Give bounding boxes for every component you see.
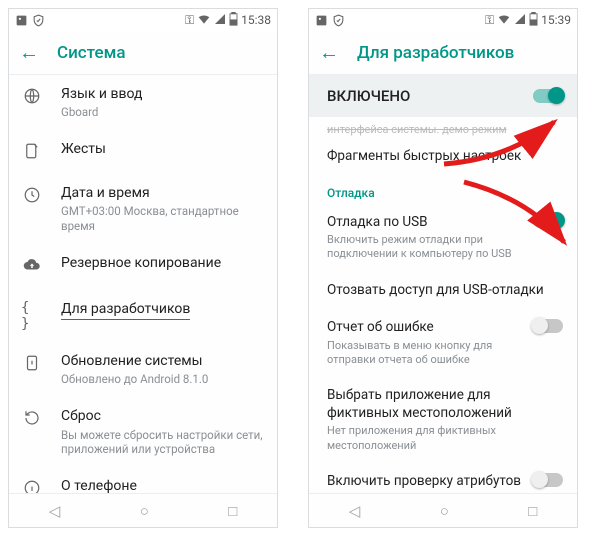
gesture-icon bbox=[23, 142, 41, 164]
globe-icon bbox=[23, 87, 41, 109]
item-sub: Gboard bbox=[61, 105, 263, 120]
list-item-gestures[interactable]: Жесты bbox=[9, 130, 277, 174]
item-title: Дата и время bbox=[61, 184, 263, 202]
back-arrow-icon[interactable]: ← bbox=[19, 40, 39, 65]
reset-icon bbox=[23, 409, 41, 431]
status-time: 15:39 bbox=[541, 13, 571, 27]
page-title: Система bbox=[57, 43, 126, 63]
item-title: Отладка по USB bbox=[327, 214, 523, 232]
list-item-bug-report[interactable]: Отчет об ошибке Показывать в меню кнопку… bbox=[309, 309, 577, 377]
item-title: Обновление системы bbox=[61, 352, 263, 370]
signal-icon bbox=[214, 13, 226, 28]
list-item-backup[interactable]: Резервное копирование bbox=[9, 244, 277, 288]
attr-check-toggle[interactable] bbox=[533, 473, 563, 487]
cloud-up-icon bbox=[23, 256, 41, 278]
nav-recent-icon[interactable]: □ bbox=[528, 502, 537, 520]
master-toggle-row[interactable]: ВКЛЮЧЕНО bbox=[309, 75, 577, 117]
key-icon: ⚿ bbox=[485, 13, 494, 28]
status-bar: ⚿ 15:39 bbox=[309, 9, 577, 31]
list-item-attr-check[interactable]: Включить проверку атрибутов bbox=[309, 463, 577, 493]
item-title: Включить проверку атрибутов bbox=[327, 473, 523, 491]
bug-report-toggle[interactable] bbox=[533, 319, 563, 333]
list-item-mock-location-app[interactable]: Выбрать приложение для фиктивных местопо… bbox=[309, 377, 577, 463]
master-toggle-switch[interactable] bbox=[533, 89, 563, 103]
phone-right-developer-options: ⚿ 15:39 ← Для разработчиков ВКЛЮЧЕНО инт… bbox=[308, 8, 578, 528]
nav-recent-icon[interactable]: □ bbox=[228, 502, 237, 520]
nav-back-icon[interactable]: ◁ bbox=[49, 502, 61, 520]
nav-home-icon[interactable]: ○ bbox=[440, 502, 449, 520]
key-icon: ⚿ bbox=[185, 13, 194, 28]
item-title: Отозвать доступ для USB-отладки bbox=[327, 282, 563, 300]
info-icon bbox=[23, 479, 41, 493]
list-item-about-phone[interactable]: О телефоне ZB602KL bbox=[9, 467, 277, 493]
item-title: Для разработчиков bbox=[61, 300, 190, 320]
clock-icon bbox=[23, 186, 41, 208]
list-item-developer-options[interactable]: { } Для разработчиков bbox=[9, 288, 277, 342]
list-item-system-update[interactable]: Обновление системы Обновлено до Android … bbox=[9, 342, 277, 397]
battery-icon bbox=[229, 12, 238, 29]
settings-list: Язык и ввод Gboard Жесты Дата и время GM… bbox=[9, 75, 277, 493]
item-sub: Обновлено до Android 8.1.0 bbox=[61, 372, 263, 387]
app-bar: ← Система bbox=[9, 31, 277, 75]
device-info-icon bbox=[23, 354, 41, 376]
page-title: Для разработчиков bbox=[357, 43, 514, 63]
signal-icon bbox=[514, 13, 526, 28]
item-title: Язык и ввод bbox=[61, 85, 263, 103]
item-title: Сброс bbox=[61, 407, 263, 425]
item-title: Жесты bbox=[61, 140, 263, 158]
app-bar: ← Для разработчиков bbox=[309, 31, 577, 75]
item-sub: Показывать в меню кнопку для отправки от… bbox=[327, 339, 523, 368]
phone-left-system-settings: ⚿ 15:38 ← Система Язык и ввод Gboard bbox=[8, 8, 278, 528]
section-label-debug: Отладка bbox=[309, 176, 577, 204]
list-item-reset[interactable]: Сброс Вы можете сбросить настройки сети,… bbox=[9, 397, 277, 467]
item-title: Резервное копирование bbox=[61, 254, 263, 272]
wifi-icon bbox=[497, 12, 511, 29]
item-title: О телефоне bbox=[61, 477, 263, 493]
master-toggle-label: ВКЛЮЧЕНО bbox=[327, 87, 410, 105]
image-icon bbox=[315, 14, 328, 27]
adguard-icon bbox=[32, 14, 45, 27]
item-title: Выбрать приложение для фиктивных местопо… bbox=[327, 387, 563, 422]
status-bar: ⚿ 15:38 bbox=[9, 9, 277, 31]
item-sub: GMT+03:00 Москва, стандартное время bbox=[61, 204, 263, 234]
item-title: Фрагменты быстрых настроек bbox=[327, 148, 563, 166]
battery-icon bbox=[529, 12, 538, 29]
usb-debugging-toggle[interactable] bbox=[533, 214, 563, 228]
list-item-date-time[interactable]: Дата и время GMT+03:00 Москва, стандартн… bbox=[9, 174, 277, 244]
status-time: 15:38 bbox=[241, 13, 271, 27]
list-item-usb-debugging[interactable]: Отладка по USB Включить режим отладки пр… bbox=[309, 204, 577, 272]
image-icon bbox=[15, 14, 28, 27]
back-arrow-icon[interactable]: ← bbox=[319, 40, 339, 65]
developer-options-list: ВКЛЮЧЕНО интерфейса системы. демо режим … bbox=[309, 75, 577, 493]
braces-icon: { } bbox=[21, 300, 43, 332]
nav-home-icon[interactable]: ○ bbox=[140, 502, 149, 520]
item-sub: Включить режим отладки при подключении к… bbox=[327, 233, 523, 262]
item-title: Отчет об ошибке bbox=[327, 319, 523, 337]
list-item-qs-fragments[interactable]: Фрагменты быстрых настроек bbox=[309, 138, 577, 176]
list-item-revoke-usb-auth[interactable]: Отозвать доступ для USB-отладки bbox=[309, 272, 577, 310]
nav-back-icon[interactable]: ◁ bbox=[349, 502, 361, 520]
item-sub: Вы можете сбросить настройки сети, прило… bbox=[61, 428, 263, 458]
list-item-language-input[interactable]: Язык и ввод Gboard bbox=[9, 75, 277, 130]
system-nav-bar: ◁ ○ □ bbox=[309, 493, 577, 527]
item-sub: Нет приложения для фиктивных местоположе… bbox=[327, 424, 563, 453]
adguard-icon bbox=[332, 14, 345, 27]
system-nav-bar: ◁ ○ □ bbox=[9, 493, 277, 527]
wifi-icon bbox=[197, 12, 211, 29]
truncated-row-sub: интерфейса системы. демо режим bbox=[309, 117, 577, 138]
